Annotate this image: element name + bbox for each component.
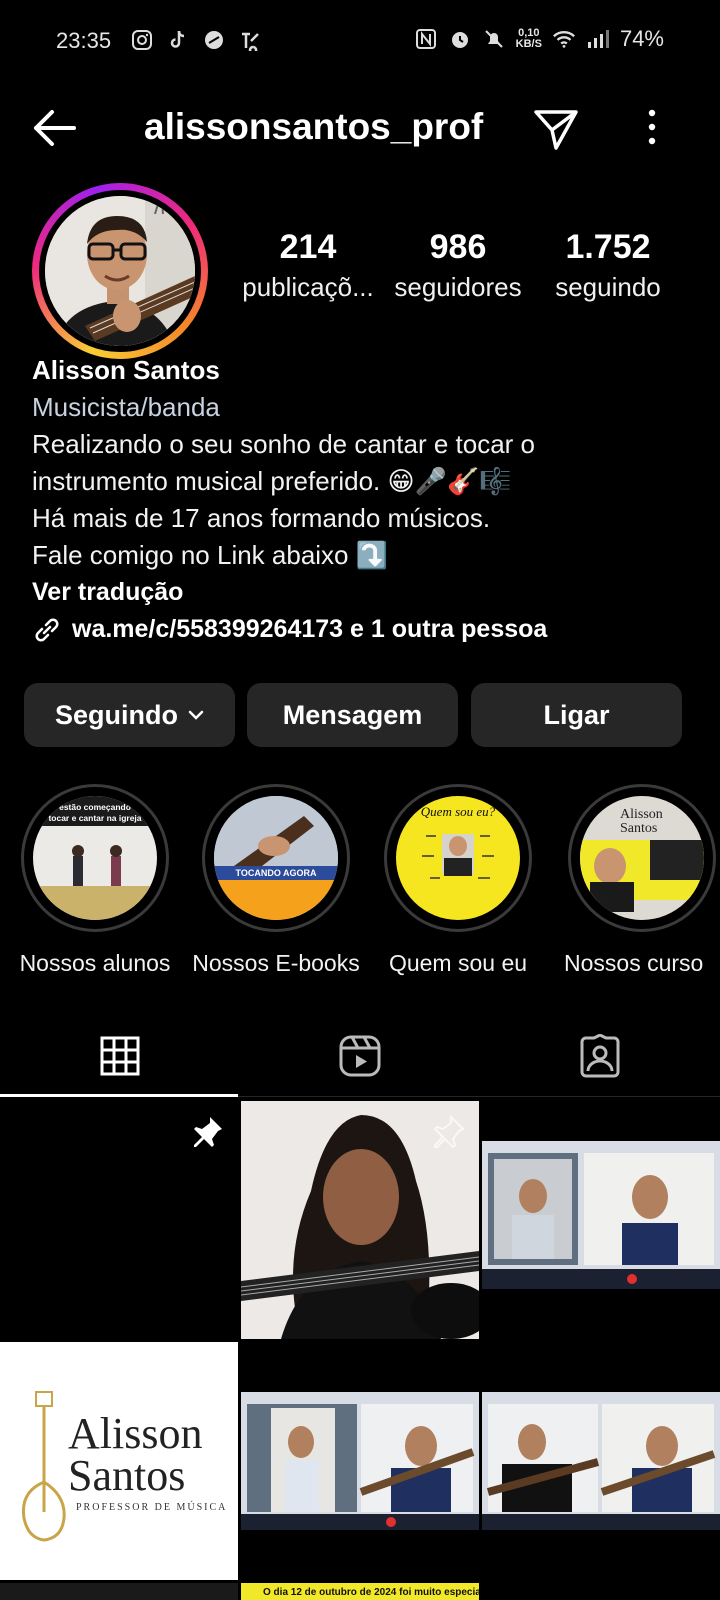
bio-line: Fale comigo no Link abaixo ⤵️ [32, 540, 389, 570]
tiktok-icon [166, 28, 190, 52]
wifi-icon [552, 27, 576, 51]
bio-line: instrumento musical preferido. 😁🎤🎸🎼 [32, 466, 512, 496]
reels-icon [339, 1035, 381, 1077]
status-bar: 23:35 0,10 KB/S 74% [0, 0, 720, 84]
highlight-students[interactable]: estão começando tocar e cantar na igreja… [5, 784, 185, 977]
network-speed-unit: KB/S [515, 38, 542, 50]
message-button[interactable]: Mensagem [247, 683, 458, 747]
logo-subtitle: PROFESSOR DE MÚSICA [76, 1502, 228, 1513]
instagram-icon [130, 28, 154, 52]
svg-text:estão começando: estão começando [59, 802, 131, 812]
back-arrow-icon [34, 110, 76, 146]
more-vertical-icon [648, 109, 656, 145]
following-button[interactable]: Seguindo [24, 683, 235, 747]
pin-icon [186, 1113, 226, 1153]
bio-line: Há mais de 17 anos formando músicos. [32, 503, 491, 533]
signal-icon [586, 27, 610, 51]
network-speed: 0,10 KB/S [516, 28, 542, 50]
profile-username: alissonsantos_prof [144, 106, 484, 147]
svg-text:Alisson: Alisson [620, 807, 663, 822]
svg-text:tocar e cantar na igreja: tocar e cantar na igreja [48, 813, 141, 823]
tab-reels[interactable] [240, 1014, 480, 1098]
post-tile[interactable] [241, 1342, 479, 1580]
bio-link[interactable]: wa.me/c/558399264173 e 1 outra pessoa [32, 611, 692, 648]
mute-icon [482, 27, 506, 51]
following-count: 1.752 [565, 228, 651, 266]
active-tab-indicator [0, 1094, 238, 1097]
post-tile[interactable] [482, 1342, 720, 1580]
tab-posts-grid[interactable] [0, 1014, 240, 1098]
chevron-down-icon [188, 710, 204, 720]
app-icon [202, 28, 226, 52]
posts-label: publicaçõ... [242, 272, 374, 302]
post-tile[interactable] [0, 1583, 238, 1600]
profile-bio: Alisson Santos Musicista/banda Realizand… [32, 352, 692, 648]
highlight-label: Quem sou eu [388, 950, 528, 976]
avatar [45, 196, 195, 346]
profile-category[interactable]: Musicista/banda [32, 389, 692, 426]
story-ring[interactable] [32, 183, 208, 359]
tagged-user-icon [580, 1034, 620, 1078]
highlight-label: Nossos alunos [19, 950, 171, 976]
post-tile[interactable] [0, 1101, 238, 1339]
post-tile-logo[interactable]: Alisson Santos PROFESSOR DE MÚSICA [0, 1342, 238, 1580]
status-time: 23:35 [56, 28, 112, 53]
tab-tagged[interactable] [480, 1014, 720, 1098]
more-options-button[interactable] [640, 106, 664, 150]
highlight-about[interactable]: Quem sou eu? Quem sou eu [368, 784, 548, 977]
highlight-cover: Alisson Santos [580, 796, 704, 920]
link-icon [35, 618, 59, 641]
profile-header: alissonsantos_prof [0, 92, 720, 164]
svg-text:Santos: Santos [620, 821, 657, 836]
following-label: seguindo [555, 272, 661, 302]
highlight-cover: Quem sou eu? [396, 796, 520, 920]
message-button-label: Mensagem [282, 699, 423, 730]
paper-plane-icon [534, 110, 578, 150]
highlight-cover: TOCANDO AGORA [214, 796, 338, 920]
logo-name-line2: Santos [68, 1451, 186, 1500]
following-stat[interactable]: 1.752 seguindo [528, 228, 688, 303]
followers-label: seguidores [394, 272, 522, 302]
profile-stats: 214 publicaçõ... 986 seguidores 1.752 se… [228, 228, 698, 318]
posts-stat[interactable]: 214 publicaçõ... [228, 228, 388, 303]
highlight-courses[interactable]: Alisson Santos Nossos curso [552, 784, 720, 977]
profile-tabs [0, 1014, 720, 1098]
system-icons: 0,10 KB/S 74% [414, 26, 664, 52]
highlight-label: Nossos curso [564, 950, 704, 976]
followers-count: 986 [429, 228, 487, 266]
pin-icon [427, 1113, 467, 1153]
followers-stat[interactable]: 986 seguidores [378, 228, 538, 303]
logo-name-line1: Alisson [68, 1409, 203, 1458]
see-translation-link[interactable]: Ver tradução [32, 574, 692, 611]
profile-name: Alisson Santos [32, 355, 220, 385]
svg-text:Quem sou eu?: Quem sou eu? [421, 804, 496, 819]
bio-link-text: wa.me/c/558399264173 e 1 outra pessoa [72, 615, 548, 643]
highlight-cover: estão começando tocar e cantar na igreja [33, 796, 157, 920]
grid-icon [100, 1036, 140, 1076]
post-tile[interactable]: O dia 12 de outubro de 2024 foi muito es… [241, 1583, 479, 1600]
alarm-icon [448, 27, 472, 51]
bio-line: Realizando o seu sonho de cantar e tocar… [32, 429, 536, 459]
following-button-label: Seguindo [55, 699, 178, 730]
highlight-label: Nossos E-books [192, 950, 360, 976]
posts-count: 214 [279, 228, 337, 266]
post-caption-preview: O dia 12 de outubro de 2024 foi muito es… [263, 1587, 479, 1598]
call-button-label: Ligar [543, 699, 610, 730]
call-button[interactable]: Ligar [471, 683, 682, 747]
share-button[interactable] [532, 104, 580, 152]
nfc-icon [414, 27, 438, 51]
app-icon-2 [238, 28, 262, 52]
notification-icons [130, 28, 262, 52]
battery-level: 74% [619, 26, 664, 51]
post-tile[interactable] [241, 1101, 479, 1339]
post-tile[interactable] [482, 1101, 720, 1339]
post-tile[interactable] [482, 1583, 720, 1600]
highlight-ebooks[interactable]: TOCANDO AGORA Nossos E-books [186, 784, 366, 977]
svg-text:TOCANDO AGORA: TOCANDO AGORA [236, 868, 318, 878]
back-button[interactable] [30, 106, 78, 150]
